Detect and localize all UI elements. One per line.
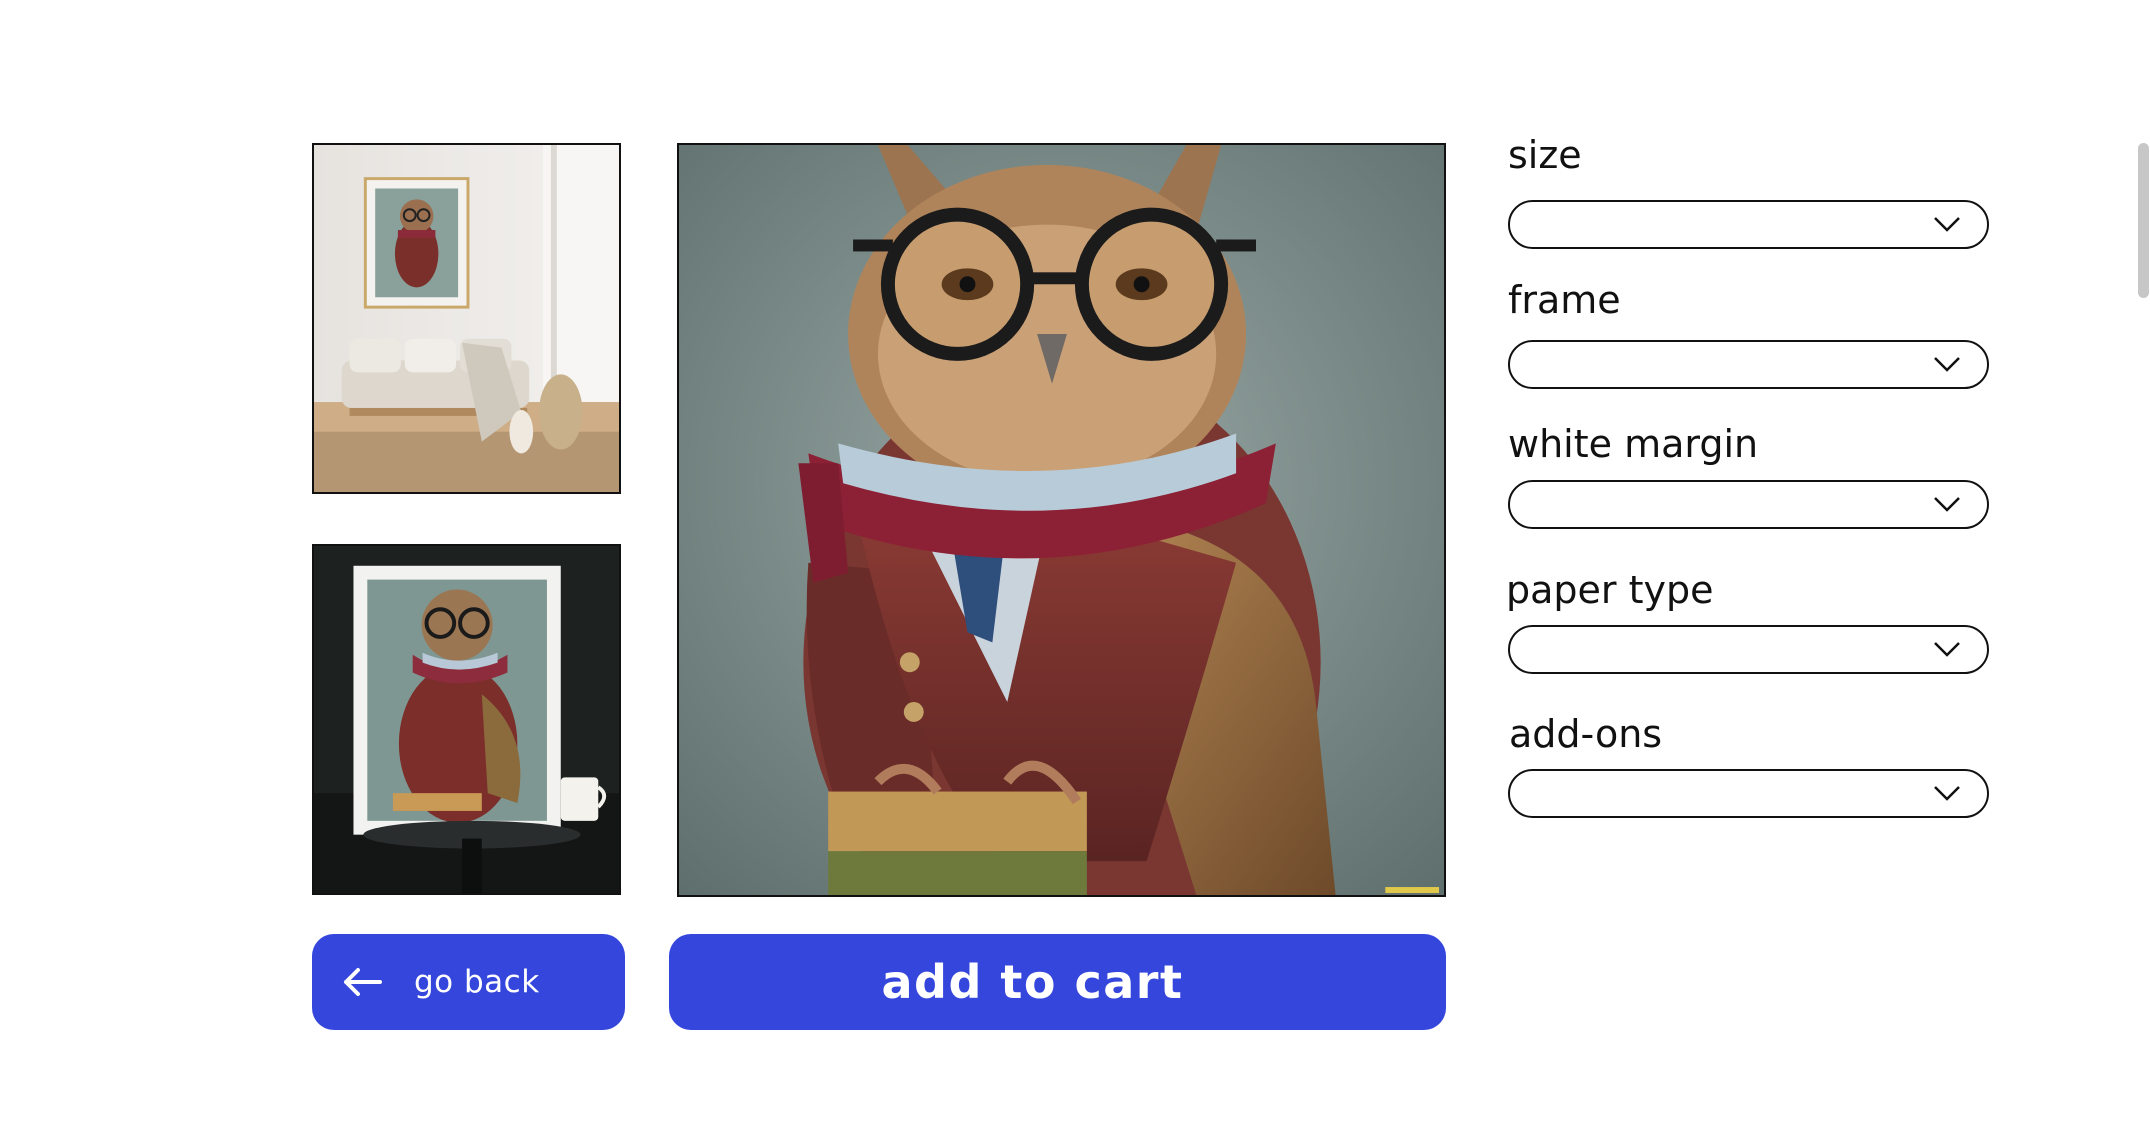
- white-margin-select[interactable]: [1508, 480, 1989, 529]
- scrollbar-thumb[interactable]: [2138, 143, 2149, 298]
- add-to-cart-button[interactable]: add to cart: [669, 934, 1446, 1030]
- paper-type-label: paper type: [1506, 568, 1714, 612]
- thumbnail-table-mockup[interactable]: [312, 544, 621, 895]
- size-select[interactable]: [1508, 200, 1989, 249]
- frame-label: frame: [1508, 278, 1621, 322]
- main-product-image: [677, 143, 1446, 897]
- arrow-left-icon: [344, 968, 382, 996]
- room-mockup-image: [314, 145, 619, 492]
- thumbnail-room-mockup[interactable]: [312, 143, 621, 494]
- chevron-down-icon: [1934, 497, 1960, 512]
- add-ons-select[interactable]: [1508, 769, 1989, 818]
- owl-artwork-image: [679, 145, 1444, 895]
- chevron-down-icon: [1934, 786, 1960, 801]
- add-to-cart-label: add to cart: [881, 955, 1184, 1009]
- paper-type-select[interactable]: [1508, 625, 1989, 674]
- add-ons-label: add-ons: [1509, 712, 1663, 756]
- frame-select[interactable]: [1508, 340, 1989, 389]
- table-mockup-image: [314, 546, 619, 893]
- chevron-down-icon: [1934, 217, 1960, 232]
- chevron-down-icon: [1934, 357, 1960, 372]
- white-margin-label: white margin: [1508, 422, 1759, 466]
- go-back-button[interactable]: go back: [312, 934, 625, 1030]
- chevron-down-icon: [1934, 642, 1960, 657]
- size-label: size: [1508, 133, 1582, 177]
- go-back-label: go back: [414, 964, 540, 1000]
